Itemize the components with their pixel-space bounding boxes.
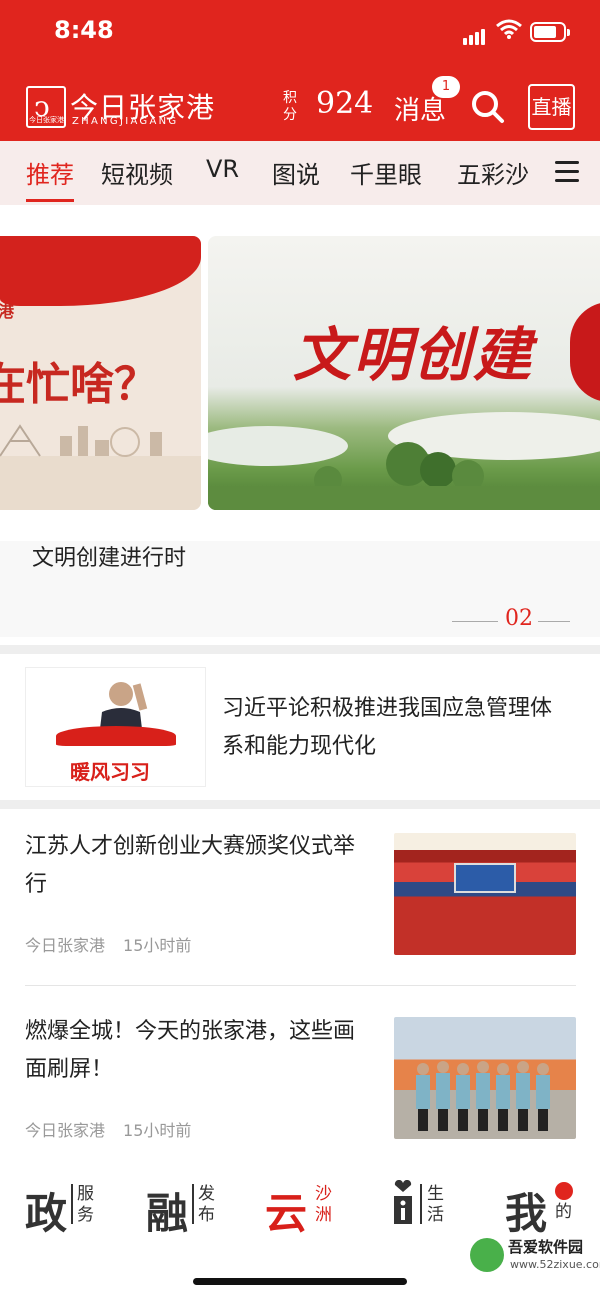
city-skyline-graphic [0, 424, 201, 510]
nav-item-government-label: 服务 [77, 1184, 94, 1225]
wifi-icon [496, 19, 522, 39]
news-title[interactable]: 燃爆全城！今天的张家港，这些画面刷屏！ [25, 1013, 370, 1089]
nav-item-me-label: 的 [555, 1202, 572, 1222]
app-logo: ↄ 今日张家港 [26, 86, 66, 128]
banner-right-headline: 文明创建 [293, 321, 534, 389]
section-divider [0, 645, 600, 654]
nav-item-cloud-glyph: 云 [265, 1189, 308, 1238]
runner-icon [555, 1182, 573, 1200]
flag-graphic [0, 236, 201, 306]
feature-thumbnail[interactable]: 暖风习习 [25, 667, 206, 787]
carousel-caption[interactable]: 文明创建进行时 [32, 540, 186, 572]
heart-info-icon [394, 1180, 412, 1224]
news-time: 15小时前 [123, 936, 192, 955]
nav-item-publish[interactable]: 融 发布 [146, 1180, 226, 1238]
watermark-name: 吾爱软件园 [508, 1238, 584, 1256]
feature-card-label: 暖风习习 [70, 760, 150, 784]
nav-divider [420, 1184, 422, 1224]
nav-item-cloud-shazhou[interactable]: 云 沙洲 [265, 1180, 345, 1238]
news-source: 今日张家港 [25, 1121, 106, 1140]
menu-icon[interactable] [555, 161, 579, 188]
section-divider [0, 800, 600, 809]
battery-icon [530, 22, 570, 42]
status-time: 8:48 [54, 16, 114, 44]
nav-item-government-glyph: 政 [25, 1189, 68, 1238]
nav-item-government[interactable]: 政 服务 [25, 1180, 105, 1238]
cellular-signal-icon [463, 26, 487, 45]
nav-divider [192, 1184, 194, 1224]
nav-item-life-label: 生活 [427, 1184, 444, 1225]
banner-left-small-text: 港 [0, 302, 15, 321]
news-time: 15小时前 [123, 1121, 192, 1140]
carousel-slide-previous[interactable]: 港 在忙啥？ [0, 236, 201, 510]
news-thumbnail[interactable] [394, 833, 576, 955]
nav-item-life[interactable]: 生活 [392, 1180, 472, 1230]
carousel-page-number: 02 [505, 606, 533, 631]
nav-item-publish-glyph: 融 [146, 1189, 189, 1238]
home-indicator[interactable] [193, 1278, 407, 1285]
points-label: 积分 [283, 90, 297, 123]
carousel-slide-current[interactable]: 文明创建 [208, 236, 600, 510]
seal-graphic [570, 302, 600, 402]
watermark-logo [470, 1238, 504, 1272]
watermark-url: www.52zixue.com [510, 1258, 600, 1271]
feature-article-title[interactable]: 习近平论积极推进我国应急管理体系和能力现代化 [222, 690, 567, 766]
points-value[interactable]: 924 [316, 86, 373, 121]
news-thumbnail[interactable] [394, 1017, 576, 1139]
nav-item-me[interactable]: 我 的 [505, 1180, 585, 1238]
live-button[interactable]: 直播 [528, 84, 575, 130]
search-icon[interactable] [470, 89, 506, 125]
list-divider [25, 985, 576, 986]
tab-recommend[interactable]: 推荐 [26, 155, 74, 190]
news-source: 今日张家港 [25, 936, 106, 955]
news-title[interactable]: 江苏人才创新创业大赛颁奖仪式举行 [25, 828, 370, 904]
tab-wucaisha[interactable]: 五彩沙 [457, 155, 529, 190]
stage-screen-graphic [454, 863, 516, 893]
nav-item-publish-label: 发布 [198, 1184, 215, 1225]
landscape-graphic [208, 412, 600, 510]
news-meta: 今日张家港 15小时前 [25, 1117, 191, 1141]
brand-name-en: ZHANGJIAGANG [72, 116, 179, 127]
tab-short-video[interactable]: 短视频 [101, 155, 173, 190]
group-photo-graphic [416, 1061, 550, 1131]
active-tab-indicator [26, 199, 74, 202]
site-watermark: 吾爱软件园 www.52zixue.com [470, 1232, 600, 1294]
channel-tabbar: 推荐 短视频 VR 图说 千里眼 五彩沙 [0, 141, 600, 205]
news-meta: 今日张家港 15小时前 [25, 932, 191, 956]
tab-picture-talk[interactable]: 图说 [272, 155, 320, 190]
nav-divider [71, 1184, 73, 1224]
messages-badge: 1 [432, 76, 460, 98]
tab-vr[interactable]: VR [206, 155, 239, 183]
tab-qianliyan[interactable]: 千里眼 [350, 155, 422, 190]
nav-item-cloud-label: 沙洲 [315, 1184, 332, 1225]
ribbon-graphic [56, 726, 176, 746]
